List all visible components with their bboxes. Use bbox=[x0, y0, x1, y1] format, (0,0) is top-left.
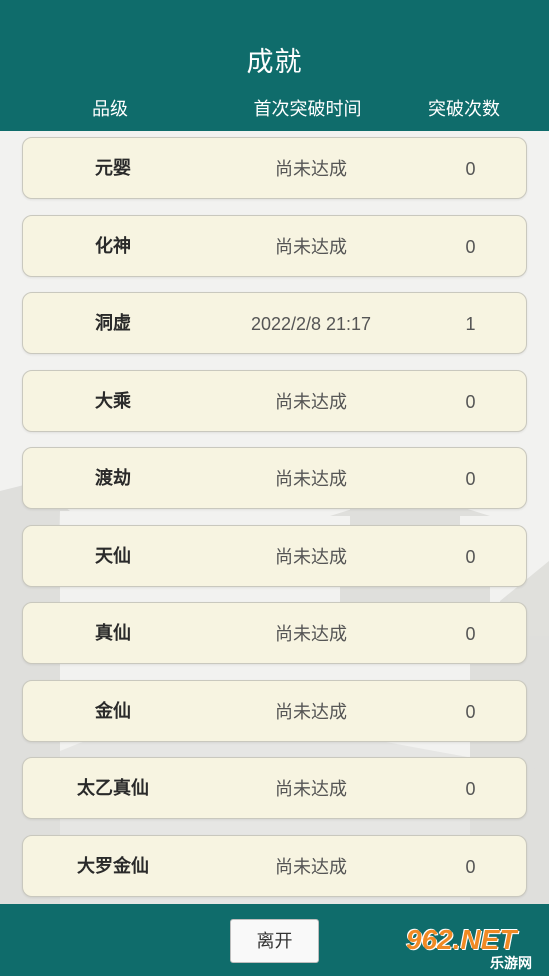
first-break-time: 尚未达成 bbox=[275, 779, 347, 799]
grade-label: 真仙 bbox=[95, 623, 131, 644]
grade-label: 金仙 bbox=[95, 701, 131, 722]
break-count: 0 bbox=[465, 779, 476, 799]
break-count: 0 bbox=[465, 547, 476, 567]
achievement-row: 元婴 尚未达成 0 bbox=[22, 137, 527, 199]
footer-bar: 离开 962.NET 乐游网 bbox=[0, 904, 549, 976]
first-break-time: 尚未达成 bbox=[275, 237, 347, 257]
achievement-row: 金仙 尚未达成 0 bbox=[22, 680, 527, 742]
achievement-row: 渡劫 尚未达成 0 bbox=[22, 447, 527, 509]
grade-label: 天仙 bbox=[95, 546, 131, 567]
first-break-time: 尚未达成 bbox=[275, 624, 347, 644]
achievement-row: 洞虚 2022/2/8 21:17 1 bbox=[22, 292, 527, 354]
leave-button[interactable]: 离开 bbox=[230, 919, 319, 963]
break-count: 0 bbox=[465, 469, 476, 489]
first-break-time: 尚未达成 bbox=[275, 469, 347, 489]
first-break-time: 尚未达成 bbox=[275, 702, 347, 722]
first-break-time: 尚未达成 bbox=[275, 547, 347, 567]
grade-label: 大乘 bbox=[95, 391, 131, 412]
achievement-row: 大罗金仙 尚未达成 0 bbox=[22, 835, 527, 897]
first-break-time: 尚未达成 bbox=[275, 159, 347, 179]
watermark-logo: 962.NET bbox=[406, 924, 517, 955]
site-watermark: 962.NET 乐游网 bbox=[406, 924, 546, 972]
page-title: 成就 bbox=[246, 47, 303, 78]
column-header-count: 突破次数 bbox=[428, 99, 500, 120]
grade-label: 太乙真仙 bbox=[77, 778, 149, 799]
break-count: 0 bbox=[465, 159, 476, 179]
grade-label: 大罗金仙 bbox=[77, 856, 149, 877]
first-break-time: 尚未达成 bbox=[275, 857, 347, 877]
column-header-grade: 品级 bbox=[92, 99, 128, 120]
achievement-row: 真仙 尚未达成 0 bbox=[22, 602, 527, 664]
grade-label: 洞虚 bbox=[95, 313, 131, 334]
watermark-sub: 乐游网 bbox=[490, 956, 532, 972]
first-break-time: 2022/2/8 21:17 bbox=[250, 314, 372, 334]
header-bar: 成就 品级 首次突破时间 突破次数 bbox=[0, 0, 549, 131]
break-count: 1 bbox=[465, 314, 476, 334]
first-break-time: 尚未达成 bbox=[275, 392, 347, 412]
achievement-row: 化神 尚未达成 0 bbox=[22, 215, 527, 277]
break-count: 0 bbox=[465, 392, 476, 412]
break-count: 0 bbox=[465, 624, 476, 644]
break-count: 0 bbox=[465, 857, 476, 877]
grade-label: 化神 bbox=[95, 236, 131, 257]
achievement-row: 太乙真仙 尚未达成 0 bbox=[22, 757, 527, 819]
achievement-row: 大乘 尚未达成 0 bbox=[22, 370, 527, 432]
grade-label: 元婴 bbox=[95, 158, 131, 179]
grade-label: 渡劫 bbox=[95, 468, 131, 489]
column-header-first-time: 首次突破时间 bbox=[253, 99, 362, 120]
achievement-row: 天仙 尚未达成 0 bbox=[22, 525, 527, 587]
break-count: 0 bbox=[465, 237, 476, 257]
break-count: 0 bbox=[465, 702, 476, 722]
